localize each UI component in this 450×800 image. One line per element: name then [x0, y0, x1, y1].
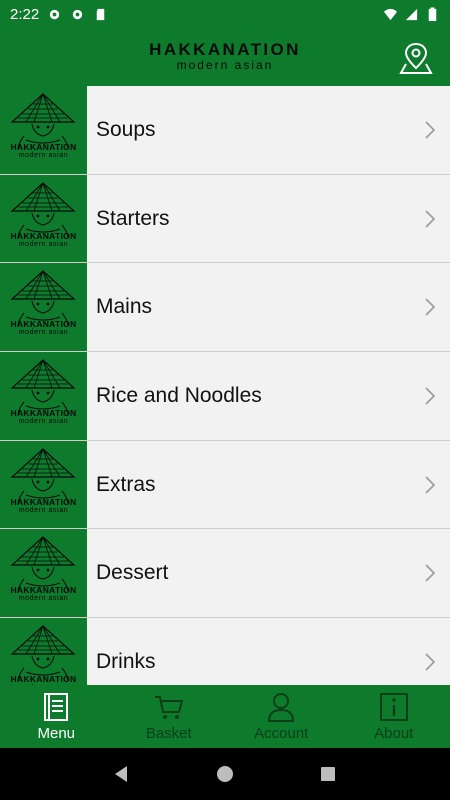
hat-figure-logo-icon — [10, 447, 76, 503]
menu-category-row[interactable]: HAKKANATION modern asian Drinks — [0, 618, 450, 685]
tab-account[interactable]: Account — [225, 685, 338, 748]
tab-basket-label: Basket — [145, 725, 192, 742]
menu-category-row[interactable]: HAKKANATION modern asian Dessert — [0, 529, 450, 619]
category-label: Starters — [96, 206, 170, 230]
thumbnail-brand-tagline: modern asian — [18, 329, 69, 337]
chevron-right-icon — [410, 175, 450, 263]
settings-icon — [73, 9, 83, 19]
thumbnail-brand-name: HAKKANATION — [10, 496, 77, 507]
menu-category-list: HAKKANATION modern asian Soups HAKKANATI… — [0, 86, 450, 685]
status-bar: 2:22 — [0, 0, 450, 28]
category-thumbnail: HAKKANATION modern asian — [0, 86, 87, 174]
menu-category-row[interactable]: HAKKANATION modern asian Rice and Noodle… — [0, 352, 450, 441]
thumbnail-brand-name: HAKKANATION — [10, 585, 77, 596]
brand-name: HAKKANATION — [149, 40, 301, 59]
location-pin-icon[interactable] — [398, 40, 434, 76]
bottom-tab-bar: Menu Basket Account About — [0, 685, 450, 748]
chevron-right-icon — [410, 618, 450, 685]
chevron-right-icon — [410, 86, 450, 174]
thumbnail-brand-name: HAKKANATION — [10, 408, 77, 419]
thumbnail-brand-name: HAKKANATION — [10, 142, 77, 152]
signal-icon — [405, 8, 418, 20]
thumbnail-brand-name: HAKKANATION — [10, 230, 77, 241]
category-thumbnail: HAKKANATION modern asian — [0, 174, 87, 263]
hat-figure-logo-icon — [10, 93, 76, 148]
thumbnail-brand-name: HAKKANATION — [10, 319, 77, 330]
tab-menu[interactable]: Menu — [0, 685, 113, 748]
chevron-right-icon — [410, 441, 450, 529]
tab-about-label: About — [374, 725, 414, 742]
chevron-right-icon — [410, 263, 450, 351]
chevron-right-icon — [410, 529, 450, 617]
menu-category-row[interactable]: HAKKANATION modern asian Soups — [0, 86, 450, 175]
hat-figure-logo-icon — [10, 359, 76, 415]
category-label: Drinks — [96, 649, 156, 673]
thumbnail-brand-tagline: modern asian — [18, 418, 69, 426]
info-icon — [379, 693, 408, 721]
hat-figure-logo-icon — [10, 181, 76, 237]
status-time: 2:22 — [10, 5, 40, 23]
system-navigation-bar — [0, 748, 450, 800]
thumbnail-brand-tagline: modern asian — [18, 506, 69, 514]
menu-category-row[interactable]: HAKKANATION modern asian Extras — [0, 440, 450, 530]
sd-card-icon — [96, 8, 105, 20]
tab-basket[interactable]: Basket — [113, 685, 226, 748]
chevron-right-icon — [410, 352, 450, 440]
cart-icon — [154, 696, 184, 719]
category-label: Dessert — [96, 561, 169, 585]
category-thumbnail: HAKKANATION modern asian — [0, 263, 87, 352]
recents-icon[interactable] — [318, 764, 338, 784]
settings-icon — [50, 9, 60, 19]
battery-icon — [428, 6, 437, 21]
category-label: Extras — [96, 472, 156, 496]
person-icon — [268, 693, 295, 722]
hat-figure-logo-icon — [10, 270, 76, 326]
thumbnail-brand-tagline: modern asian — [18, 595, 69, 603]
category-label: Rice and Noodles — [96, 383, 262, 407]
category-label: Mains — [96, 295, 153, 319]
category-thumbnail: HAKKANATION modern asian — [0, 618, 87, 685]
thumbnail-brand-tagline: modern asian — [18, 240, 69, 248]
thumbnail-brand-name: HAKKANATION — [10, 674, 77, 685]
menu-category-row[interactable]: HAKKANATION modern asian Starters — [0, 174, 450, 264]
tab-about[interactable]: About — [338, 685, 450, 748]
hat-figure-logo-icon — [10, 536, 76, 592]
category-thumbnail: HAKKANATION modern asian — [0, 440, 87, 529]
home-icon[interactable] — [215, 764, 235, 784]
app-header: HAKKANATION modern asian — [0, 28, 450, 86]
brand-tagline: modern asian — [176, 58, 274, 72]
tab-menu-label: Menu — [37, 725, 76, 742]
thumbnail-brand-tagline: modern asian — [18, 152, 69, 159]
category-thumbnail: HAKKANATION modern asian — [0, 529, 87, 618]
wifi-icon — [383, 8, 398, 20]
menu-book-icon — [44, 693, 69, 721]
hat-figure-logo-icon — [10, 625, 76, 681]
back-icon[interactable] — [112, 764, 132, 784]
category-label: Soups — [96, 117, 156, 141]
category-thumbnail: HAKKANATION modern asian — [0, 352, 87, 440]
tab-account-label: Account — [254, 725, 309, 742]
menu-category-row[interactable]: HAKKANATION modern asian Mains — [0, 263, 450, 353]
brand-logo: HAKKANATION modern asian — [0, 40, 450, 72]
